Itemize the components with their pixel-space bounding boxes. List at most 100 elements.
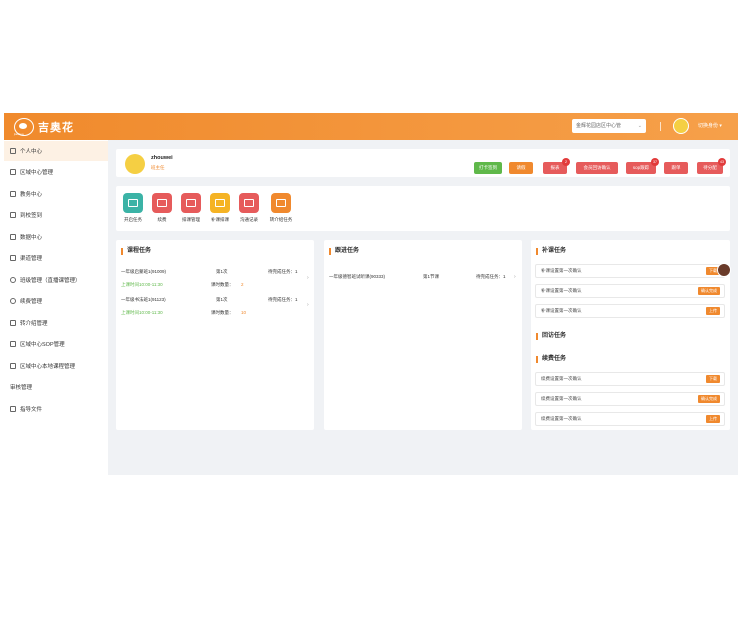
chevron-down-icon: ⌄ xyxy=(637,123,642,129)
sidebar-item-channels[interactable]: 渠道管理 xyxy=(4,248,108,268)
campus-selector[interactable]: 金辉花园店区中心管 ⌄ xyxy=(572,119,646,133)
sidebar-item-label: 渠道管理 xyxy=(20,256,43,262)
member-visit-button[interactable]: 会员回访确认 xyxy=(576,162,618,174)
sidebar-item-referral[interactable]: 转介绍管理 xyxy=(4,313,108,333)
user-icon xyxy=(10,191,16,197)
user-icon xyxy=(10,363,16,369)
sidebar-item-label: 转介绍管理 xyxy=(20,321,48,327)
sidebar-item-sop[interactable]: 区域中心SOP管理 xyxy=(4,334,108,354)
share-icon xyxy=(10,320,16,326)
sidebar-item-label: 数据中心 xyxy=(20,235,43,241)
sidebar-item-label: 到校签到 xyxy=(20,213,43,219)
pending-tasks: 待完成任务：1 xyxy=(476,274,506,279)
sidebar-item-label: 指导文件 xyxy=(20,407,43,413)
list-item[interactable]: 补课设置第一次确认 确认完成 xyxy=(535,284,725,298)
sidebar-item-personal-center[interactable]: 个人中心 xyxy=(4,141,108,161)
sidebar: 个人中心 区域中心管理 教务中心 到校签到 数据中心 渠道管理 班级管理（直播课… xyxy=(4,140,108,475)
sidebar-item-checkin[interactable]: 到校签到 xyxy=(4,205,108,225)
list-item[interactable]: 补课设置第一次确认 上传 xyxy=(535,304,725,318)
sidebar-item-local-courses[interactable]: 区域中心本地课程管理 xyxy=(4,356,108,376)
sidebar-item-label: 教务中心 xyxy=(20,192,43,198)
list-item[interactable]: 续费设置第一次确认 上传 xyxy=(535,412,725,426)
task-text: 续费设置第一次确认 xyxy=(541,396,582,401)
panel-title: 回访任务 xyxy=(536,333,566,340)
sidebar-item-label: 个人中心 xyxy=(20,149,43,155)
calendar-icon[interactable] xyxy=(123,193,143,213)
app-window: 吉奥花 jiaohua 金辉花园店区中心管 ⌄ 切换身份 ▾ 个人中心 区域中心… xyxy=(4,113,738,475)
task-tag[interactable]: 上传 xyxy=(706,415,720,423)
logo-text: 吉奥花 xyxy=(38,121,74,134)
leave-button-label: 请假 xyxy=(516,165,526,170)
task-tag[interactable]: 上传 xyxy=(706,307,720,315)
lesson-count-label: 课时数量： xyxy=(211,282,234,287)
quick-links-card: 开启任务 续费 排课管理 补课排课 沟通记录 转介绍任务 xyxy=(116,186,730,231)
task-text: 补课设置第一次确认 xyxy=(541,288,582,293)
report-button-label: 报表 xyxy=(550,165,560,170)
sidebar-item-classes[interactable]: 班级管理（直播课管理） xyxy=(4,270,108,290)
quick-link-label: 补课排课 xyxy=(211,217,229,222)
sop-badge: 37 xyxy=(651,158,659,166)
sidebar-item-data-center[interactable]: 数据中心 xyxy=(4,227,108,247)
list-item[interactable]: 续费设置第一次确认 确认完成 xyxy=(535,392,725,406)
chevron-right-icon: › xyxy=(514,274,516,280)
home-icon xyxy=(10,212,16,218)
plus-circle-icon xyxy=(10,298,16,304)
support-avatar[interactable] xyxy=(717,263,731,277)
class-time: 上课时间10:00-11:30 xyxy=(121,310,163,315)
top-bar: 吉奥花 jiaohua 金辉花园店区中心管 ⌄ 切换身份 ▾ xyxy=(4,113,738,140)
grid-icon xyxy=(10,406,16,412)
sidebar-item-label: 区域中心管理 xyxy=(20,170,54,176)
people-icon[interactable] xyxy=(239,193,259,213)
quick-link-label: 续费 xyxy=(157,217,167,222)
task-tag[interactable]: 确认完成 xyxy=(698,287,720,295)
class-name: 一年级启蒙班1(91009) xyxy=(121,269,167,274)
switch-identity-link[interactable]: 切换身份 ▾ xyxy=(698,122,722,129)
avatar xyxy=(125,154,145,174)
sop-tracking-button-label: sop跟踪 xyxy=(632,165,650,170)
unassigned-button[interactable]: 待分配 43 xyxy=(697,158,726,174)
user-avatar[interactable] xyxy=(673,118,689,134)
wallet-icon[interactable] xyxy=(152,193,172,213)
quick-link-label: 转介绍任务 xyxy=(269,217,293,222)
sidebar-item-guides[interactable]: 指导文件 xyxy=(4,399,108,419)
sidebar-item-label: 区域中心本地课程管理 xyxy=(20,364,76,370)
pending-tasks: 待完成任务：1 xyxy=(268,297,298,302)
tasks-panel: 补课任务 补课设置第一次确认 下载 补课设置第一次确认 确认完成 补课设置第一次确认… xyxy=(531,240,730,430)
list-item[interactable]: 补课设置第一次确认 下载 xyxy=(535,264,725,278)
sidebar-item-academic[interactable]: 教务中心 xyxy=(4,184,108,204)
follow-order-button[interactable]: 跟单 xyxy=(664,162,688,174)
logo[interactable]: 吉奥花 jiaohua xyxy=(14,117,74,136)
task-text: 补课设置第一次确认 xyxy=(541,308,582,313)
class-time: 上课时间10:00-11:30 xyxy=(121,282,163,287)
panel-title: 课程任务 xyxy=(121,248,151,255)
sidebar-item-renewal[interactable]: 续费管理 xyxy=(4,291,108,311)
task-tag[interactable]: 下载 xyxy=(706,375,720,383)
lesson-count-label: 课时数量： xyxy=(211,310,234,315)
list-item[interactable]: 续费设置第一次确认 下载 xyxy=(535,372,725,386)
user-icon xyxy=(10,169,16,175)
checkin-button[interactable]: 打卡签到 xyxy=(474,162,502,174)
profile-card: zhouwei 班主任 打卡签到 请假 报表 2 会员回访确认 sop跟踪 37 跟… xyxy=(116,149,730,177)
mail-icon[interactable] xyxy=(210,193,230,213)
sidebar-item-label: 班级管理（直播课管理） xyxy=(20,278,81,284)
report-button[interactable]: 报表 2 xyxy=(543,158,570,174)
users-icon[interactable] xyxy=(181,193,201,213)
panel-title: 续费任务 xyxy=(536,356,566,363)
leave-button[interactable]: 请假 xyxy=(509,162,533,174)
task-text: 续费设置第一次确认 xyxy=(541,416,582,421)
sop-tracking-button[interactable]: sop跟踪 37 xyxy=(626,158,659,174)
sidebar-item-review[interactable]: 审核管理 xyxy=(4,377,108,397)
switch-identity-label: 切换身份 xyxy=(698,123,719,129)
task-tag[interactable]: 确认完成 xyxy=(698,395,720,403)
unassigned-button-label: 待分配 xyxy=(703,165,717,170)
lesson-number: 第1次 xyxy=(216,297,228,302)
clock-icon xyxy=(10,277,16,283)
chevron-right-icon: › xyxy=(307,275,309,281)
mail-icon xyxy=(10,234,16,240)
lesson-number: 第1节课 xyxy=(423,274,440,279)
link-icon[interactable] xyxy=(271,193,291,213)
unassigned-badge: 43 xyxy=(718,158,726,166)
divider xyxy=(660,122,661,131)
profile-name: zhouwei xyxy=(151,155,173,161)
sidebar-item-region-center[interactable]: 区域中心管理 xyxy=(4,162,108,182)
